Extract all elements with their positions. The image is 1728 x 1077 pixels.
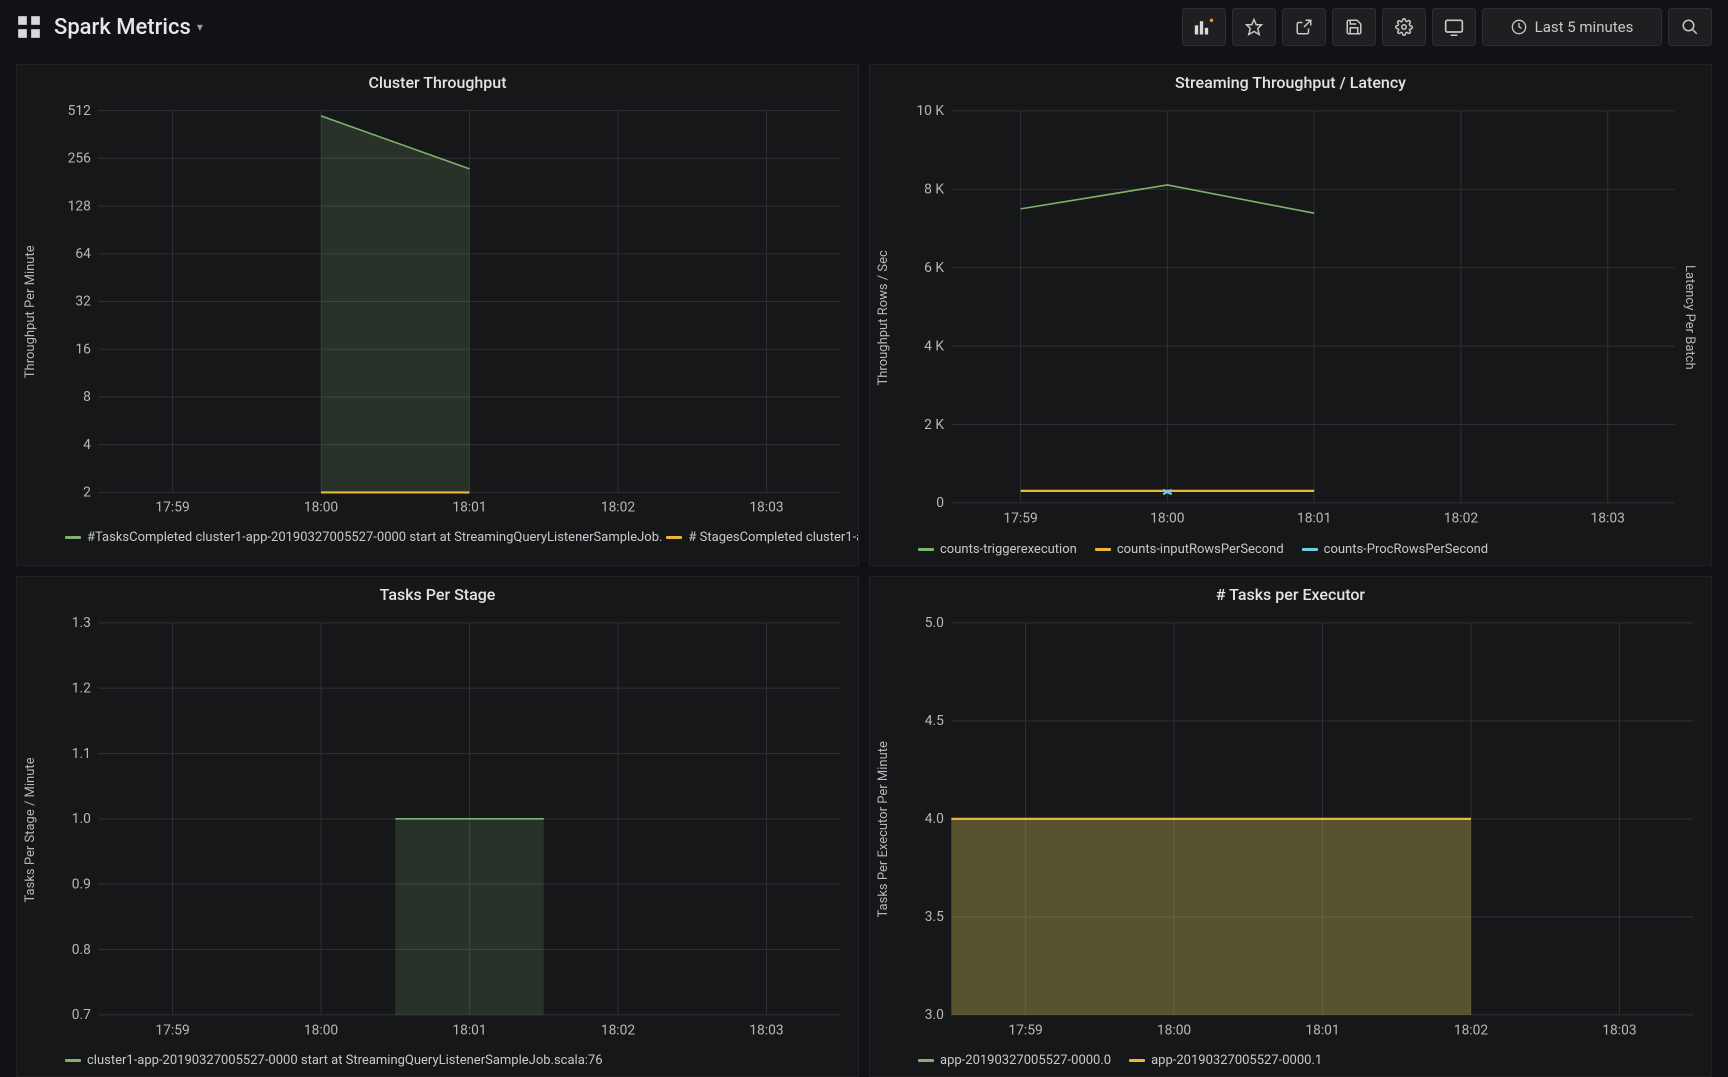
svg-text:18:00: 18:00 xyxy=(304,499,338,515)
y-axis-label-left: Throughput Rows / Sec xyxy=(874,100,893,536)
svg-text:5.0: 5.0 xyxy=(925,615,944,631)
svg-text:6 K: 6 K xyxy=(924,260,944,276)
chart-area[interactable]: 0 2 K 4 K 6 K 8 K 10 K 17:59 18:00 18:01… xyxy=(893,100,1680,536)
legend-item[interactable]: # StagesCompleted cluster1-app-201903270… xyxy=(666,530,858,545)
cycle-view-button[interactable] xyxy=(1432,8,1476,46)
svg-text:8 K: 8 K xyxy=(924,181,944,197)
svg-text:18:00: 18:00 xyxy=(1157,1022,1191,1038)
time-range-label: Last 5 minutes xyxy=(1535,18,1634,36)
chart-area[interactable]: 3.0 3.5 4.0 4.5 5.0 17:59 18:00 18:01 18… xyxy=(893,612,1699,1048)
svg-text:4.0: 4.0 xyxy=(925,811,944,827)
svg-text:0.7: 0.7 xyxy=(72,1007,91,1023)
svg-text:18:01: 18:01 xyxy=(1305,1022,1339,1038)
legend-item[interactable]: app-20190327005527-0000.0 xyxy=(918,1053,1111,1068)
svg-text:17:59: 17:59 xyxy=(155,1022,189,1038)
svg-text:16: 16 xyxy=(75,341,91,357)
chart-area[interactable]: 0.7 0.8 0.9 1.0 1.1 1.2 1.3 17:59 18:00 … xyxy=(40,612,846,1048)
share-button[interactable] xyxy=(1282,8,1326,46)
svg-text:0.9: 0.9 xyxy=(72,876,91,892)
svg-text:10 K: 10 K xyxy=(916,103,944,119)
svg-text:256: 256 xyxy=(68,151,91,167)
svg-text:128: 128 xyxy=(68,198,91,214)
legend: app-20190327005527-0000.0 app-2019032700… xyxy=(870,1047,1711,1076)
legend: #TasksCompleted cluster1-app-20190327005… xyxy=(17,524,858,564)
svg-text:2: 2 xyxy=(83,485,91,501)
svg-text:18:03: 18:03 xyxy=(1590,510,1624,526)
y-axis-label: Tasks Per Stage / Minute xyxy=(21,612,40,1048)
zoom-out-button[interactable] xyxy=(1668,8,1712,46)
panel-title: Streaming Throughput / Latency xyxy=(870,65,1711,96)
svg-text:18:03: 18:03 xyxy=(749,1022,783,1038)
svg-text:0.8: 0.8 xyxy=(72,941,91,957)
legend-item[interactable]: counts-ProcRowsPerSecond xyxy=(1302,542,1488,557)
caret-down-icon: ▾ xyxy=(197,20,203,34)
svg-text:4: 4 xyxy=(83,437,91,453)
dashboard-title-dropdown[interactable]: Spark Metrics ▾ xyxy=(54,15,203,40)
svg-text:18:01: 18:01 xyxy=(1297,510,1331,526)
svg-text:512: 512 xyxy=(68,103,91,119)
svg-text:3.5: 3.5 xyxy=(925,909,944,925)
legend-item[interactable]: counts-inputRowsPerSecond xyxy=(1095,542,1284,557)
add-panel-button[interactable] xyxy=(1182,8,1226,46)
svg-text:18:03: 18:03 xyxy=(1602,1022,1636,1038)
panel-title: Tasks Per Stage xyxy=(17,577,858,608)
svg-text:4.5: 4.5 xyxy=(925,713,944,729)
settings-button[interactable] xyxy=(1382,8,1426,46)
y-axis-label-right: Latency Per Batch xyxy=(1680,100,1699,536)
panel-tasks-per-stage[interactable]: Tasks Per Stage Tasks Per Stage / Minute… xyxy=(16,576,859,1077)
legend-item[interactable]: app-20190327005527-0000.1 xyxy=(1129,1053,1322,1068)
time-range-picker[interactable]: Last 5 minutes xyxy=(1482,8,1662,46)
svg-text:18:01: 18:01 xyxy=(452,1022,486,1038)
save-button[interactable] xyxy=(1332,8,1376,46)
svg-text:18:00: 18:00 xyxy=(1150,510,1185,526)
svg-text:32: 32 xyxy=(75,294,91,310)
svg-text:17:59: 17:59 xyxy=(155,499,189,515)
svg-text:17:59: 17:59 xyxy=(1008,1022,1042,1038)
panel-cluster-throughput[interactable]: Cluster Throughput Throughput Per Minute… xyxy=(16,64,859,566)
svg-text:17:59: 17:59 xyxy=(1003,510,1037,526)
dashboard-grid-icon[interactable] xyxy=(16,14,42,40)
svg-text:18:03: 18:03 xyxy=(749,499,783,515)
svg-text:8: 8 xyxy=(83,389,91,405)
panel-streaming-throughput-latency[interactable]: Streaming Throughput / Latency Throughpu… xyxy=(869,64,1712,566)
svg-text:1.1: 1.1 xyxy=(72,745,91,761)
panel-title: # Tasks per Executor xyxy=(870,577,1711,608)
panel-title: Cluster Throughput xyxy=(17,65,858,96)
dashboard-grid: Cluster Throughput Throughput Per Minute… xyxy=(0,54,1728,1077)
svg-text:18:02: 18:02 xyxy=(601,499,636,515)
svg-text:2 K: 2 K xyxy=(924,417,944,433)
svg-text:18:02: 18:02 xyxy=(1444,510,1479,526)
legend: counts-triggerexecution counts-inputRows… xyxy=(870,536,1711,565)
svg-text:1.2: 1.2 xyxy=(72,680,91,696)
top-toolbar: Spark Metrics ▾ Last 5 minutes xyxy=(0,0,1728,54)
svg-text:64: 64 xyxy=(75,246,91,262)
svg-text:3.0: 3.0 xyxy=(925,1007,944,1023)
legend-item[interactable]: #TasksCompleted cluster1-app-20190327005… xyxy=(65,530,662,545)
dashboard-title-text: Spark Metrics xyxy=(54,15,191,40)
svg-text:18:02: 18:02 xyxy=(601,1022,635,1038)
clock-icon xyxy=(1511,19,1527,35)
chart-area[interactable]: 2 4 8 16 32 64 128 256 512 17:59 18:00 xyxy=(40,100,846,524)
legend-item[interactable]: counts-triggerexecution xyxy=(918,542,1077,557)
legend: cluster1-app-20190327005527-0000 start a… xyxy=(17,1047,858,1076)
svg-text:0: 0 xyxy=(936,495,944,511)
legend-item[interactable]: cluster1-app-20190327005527-0000 start a… xyxy=(65,1053,603,1068)
svg-text:1.0: 1.0 xyxy=(72,811,91,827)
star-button[interactable] xyxy=(1232,8,1276,46)
y-axis-label: Tasks Per Executor Per Minute xyxy=(874,612,893,1048)
svg-text:18:00: 18:00 xyxy=(304,1022,338,1038)
svg-text:18:01: 18:01 xyxy=(452,499,486,515)
svg-text:18:02: 18:02 xyxy=(1454,1022,1488,1038)
svg-text:4 K: 4 K xyxy=(924,338,944,354)
y-axis-label: Throughput Per Minute xyxy=(21,100,40,524)
panel-tasks-per-executor[interactable]: # Tasks per Executor Tasks Per Executor … xyxy=(869,576,1712,1077)
svg-text:1.3: 1.3 xyxy=(72,615,91,631)
